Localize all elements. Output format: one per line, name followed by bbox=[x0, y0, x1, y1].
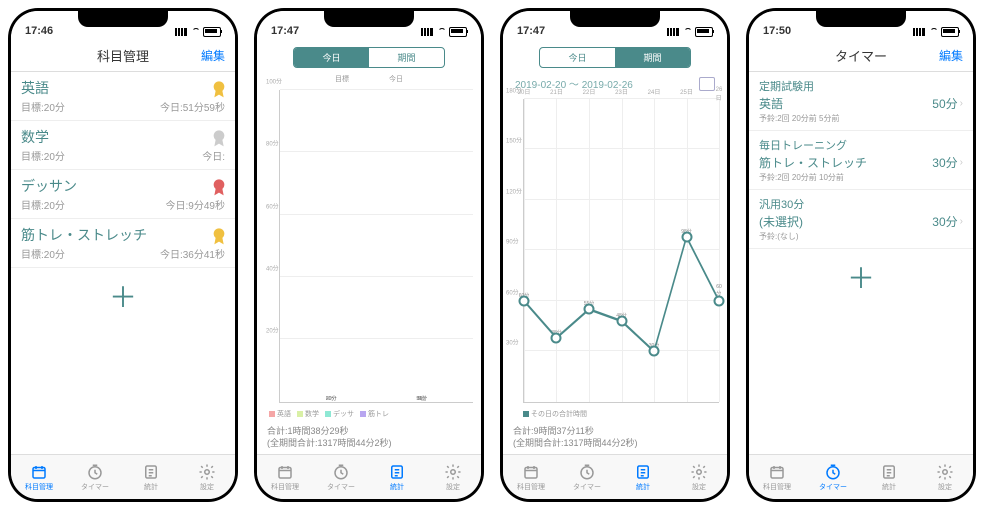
badge-icon bbox=[211, 80, 227, 100]
timer-item[interactable]: 定期試験用英語50分›予鈴:2回 20分前 5分前 bbox=[749, 72, 973, 131]
badge-icon bbox=[211, 227, 227, 247]
battery-icon bbox=[941, 27, 959, 37]
timer-item[interactable]: 毎日トレーニング筋トレ・ストレッチ30分›予鈴:2回 20分前 10分前 bbox=[749, 131, 973, 190]
data-point bbox=[551, 332, 562, 343]
battery-icon bbox=[203, 27, 221, 37]
add-button[interactable]: ＋ bbox=[749, 249, 973, 305]
seg-period[interactable]: 期間 bbox=[369, 48, 444, 67]
tab-3[interactable]: 設定 bbox=[917, 455, 973, 499]
tab-0[interactable]: 科目管理 bbox=[749, 455, 805, 499]
clock: 17:47 bbox=[517, 25, 545, 37]
wifi-icon bbox=[681, 28, 693, 36]
data-point bbox=[681, 231, 692, 242]
chevron-right-icon: › bbox=[960, 157, 963, 168]
tab-0[interactable]: 科目管理 bbox=[257, 455, 313, 499]
wifi-icon bbox=[189, 28, 201, 36]
badge-icon bbox=[211, 178, 227, 198]
legend-swatch bbox=[523, 411, 529, 417]
subject-item[interactable]: 数学目標:20分今日: bbox=[11, 121, 235, 170]
tab-1[interactable]: タイマー bbox=[805, 455, 861, 499]
page-title: タイマー bbox=[835, 46, 887, 65]
signal-icon bbox=[667, 28, 679, 36]
sum-total: 合計:9時間37分11秒 bbox=[513, 425, 717, 438]
legend-item: 英語 bbox=[269, 409, 291, 419]
legend-today: 今日 bbox=[389, 74, 403, 84]
legend-label: その日の合計時間 bbox=[531, 409, 587, 419]
sum-total: 合計:1時間38分29秒 bbox=[267, 425, 471, 438]
calendar-icon[interactable] bbox=[699, 77, 715, 91]
subject-item[interactable]: デッサン目標:20分今日:9分49秒 bbox=[11, 170, 235, 219]
legend-item: デッサ bbox=[325, 409, 354, 419]
clock: 17:50 bbox=[763, 25, 791, 37]
data-point bbox=[583, 304, 594, 315]
legend-goal: 目標 bbox=[335, 74, 349, 84]
subject-item[interactable]: 英語目標:20分今日:51分59秒 bbox=[11, 72, 235, 121]
signal-icon bbox=[421, 28, 433, 36]
page-title: 科目管理 bbox=[97, 46, 149, 65]
tab-0[interactable]: 科目管理 bbox=[11, 455, 67, 499]
badge-icon bbox=[211, 129, 227, 149]
tab-1[interactable]: タイマー bbox=[559, 455, 615, 499]
tab-1[interactable]: タイマー bbox=[313, 455, 369, 499]
chevron-right-icon: › bbox=[960, 98, 963, 109]
sum-alltime: (全期間合計:1317時間44分2秒) bbox=[513, 437, 717, 450]
subject-item[interactable]: 筋トレ・ストレッチ目標:20分今日:36分41秒 bbox=[11, 219, 235, 268]
tab-3[interactable]: 設定 bbox=[671, 455, 727, 499]
edit-button[interactable]: 編集 bbox=[939, 47, 963, 64]
tab-3[interactable]: 設定 bbox=[179, 455, 235, 499]
add-button[interactable]: ＋ bbox=[11, 268, 235, 324]
sum-alltime: (全期間合計:1317時間44分2秒) bbox=[267, 437, 471, 450]
clock: 17:46 bbox=[25, 25, 53, 37]
chevron-right-icon: › bbox=[960, 216, 963, 227]
wifi-icon bbox=[435, 28, 447, 36]
legend-item: 数学 bbox=[297, 409, 319, 419]
data-point bbox=[714, 295, 725, 306]
battery-icon bbox=[695, 27, 713, 37]
edit-button[interactable]: 編集 bbox=[201, 47, 225, 64]
tab-2[interactable]: 統計 bbox=[369, 455, 425, 499]
tab-2[interactable]: 統計 bbox=[615, 455, 671, 499]
data-point bbox=[616, 316, 627, 327]
segment-control[interactable]: 今日期間 bbox=[539, 47, 691, 68]
seg-today[interactable]: 今日 bbox=[540, 48, 615, 67]
segment-control[interactable]: 今日期間 bbox=[293, 47, 445, 68]
signal-icon bbox=[913, 28, 925, 36]
data-point bbox=[648, 346, 659, 357]
tab-0[interactable]: 科目管理 bbox=[503, 455, 559, 499]
wifi-icon bbox=[927, 28, 939, 36]
tab-2[interactable]: 統計 bbox=[123, 455, 179, 499]
seg-today[interactable]: 今日 bbox=[294, 48, 369, 67]
tab-2[interactable]: 統計 bbox=[861, 455, 917, 499]
tab-1[interactable]: タイマー bbox=[67, 455, 123, 499]
seg-period[interactable]: 期間 bbox=[615, 48, 690, 67]
clock: 17:47 bbox=[271, 25, 299, 37]
legend-item: 筋トレ bbox=[360, 409, 389, 419]
timer-item[interactable]: 汎用30分(未選択)30分›予鈴:(なし) bbox=[749, 190, 973, 249]
battery-icon bbox=[449, 27, 467, 37]
data-point bbox=[519, 295, 530, 306]
tab-3[interactable]: 設定 bbox=[425, 455, 481, 499]
signal-icon bbox=[175, 28, 187, 36]
